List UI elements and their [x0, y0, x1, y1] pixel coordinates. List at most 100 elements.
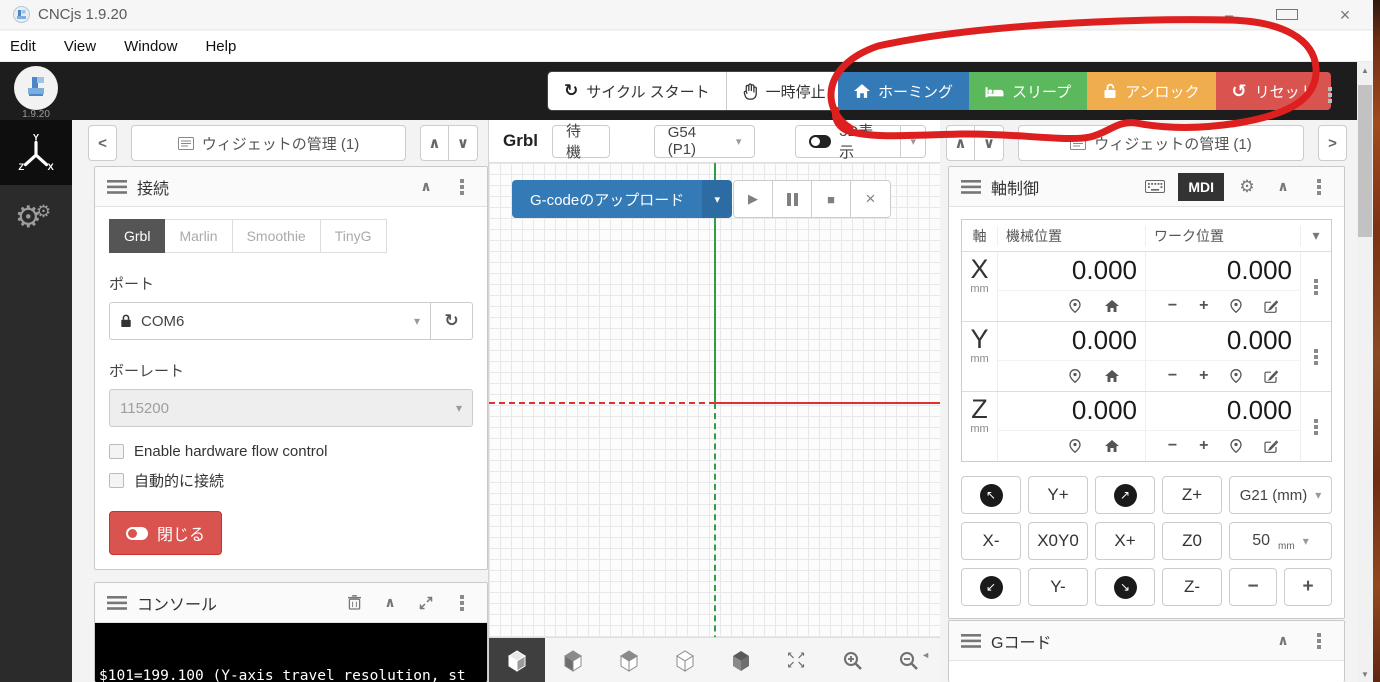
jog-plus-button[interactable]: + — [1199, 437, 1208, 455]
jog-xplus-yplus-button[interactable]: ↗ — [1095, 476, 1155, 514]
jog-xplus-button[interactable]: X+ — [1095, 522, 1155, 560]
jog-minus-button[interactable]: − — [1168, 367, 1177, 385]
autoconnect-checkbox[interactable] — [109, 473, 124, 488]
homing-button[interactable]: ホーミング — [838, 72, 970, 110]
jog-minus-button[interactable]: − — [1168, 297, 1177, 315]
zoom-out-button[interactable] — [881, 638, 937, 682]
reset-button[interactable]: ↺ リセット — [1215, 72, 1331, 110]
units-dropdown[interactable]: G21 (mm) ▾ — [1229, 476, 1332, 514]
view-front-button[interactable] — [545, 638, 601, 682]
goto-work-zero-button[interactable] — [1230, 299, 1242, 313]
view-top-button[interactable] — [657, 638, 713, 682]
axis-row-menu[interactable] — [1301, 252, 1331, 321]
drag-handle-icon[interactable] — [107, 179, 127, 194]
jog-yplus-button[interactable]: Y+ — [1028, 476, 1088, 514]
sidebar-item-workspace[interactable]: Y Z X — [0, 120, 72, 185]
goto-work-zero-button[interactable] — [1230, 439, 1242, 453]
jog-x0y0-button[interactable]: X0Y0 — [1028, 522, 1088, 560]
zoom-fit-button[interactable]: ↖↗ ↙↘ — [769, 638, 825, 682]
view-isometric-button[interactable] — [489, 638, 545, 682]
move-panel-down-button[interactable]: ∨ — [449, 125, 478, 161]
jog-xminus-yplus-button[interactable]: ↖ — [961, 476, 1021, 514]
dro-header-menu[interactable]: ▾ — [1301, 227, 1331, 244]
home-axis-button[interactable] — [1105, 300, 1119, 312]
wcs-dropdown[interactable]: G54 (P1) ▾ — [653, 124, 756, 158]
run-button[interactable]: ▶ — [734, 181, 773, 217]
refresh-ports-button[interactable]: ↻ — [431, 302, 473, 340]
jog-minus-button[interactable]: − — [1168, 437, 1177, 455]
step-dropdown[interactable]: 50 mm ▾ — [1229, 522, 1332, 560]
connection-menu-button[interactable] — [449, 184, 475, 189]
zoom-in-button[interactable] — [825, 638, 881, 682]
menu-help[interactable]: Help — [205, 38, 236, 55]
collapse-right-panel-handle[interactable]: ◄ — [921, 650, 930, 660]
jog-z0-button[interactable]: Z0 — [1162, 522, 1222, 560]
edit-work-position-button[interactable] — [1264, 439, 1279, 453]
drag-handle-icon[interactable] — [961, 179, 981, 194]
unlock-button[interactable]: アンロック — [1087, 72, 1216, 110]
edit-work-position-button[interactable] — [1264, 369, 1279, 383]
edit-work-position-button[interactable] — [1264, 299, 1279, 313]
manage-widgets-button-left[interactable]: ウィジェットの管理 (1) — [131, 125, 406, 161]
collapse-left-panel-button[interactable]: < — [88, 125, 117, 161]
jog-xminus-button[interactable]: X- — [961, 522, 1021, 560]
minimize-button[interactable]: – — [1218, 7, 1240, 24]
axis-row-menu[interactable] — [1301, 322, 1331, 391]
tab-marlin[interactable]: Marlin — [165, 219, 233, 253]
console-menu-button[interactable] — [449, 600, 475, 605]
drag-handle-icon[interactable] — [107, 595, 127, 610]
tab-grbl[interactable]: Grbl — [109, 219, 166, 253]
view-3d-cube-button[interactable] — [713, 638, 769, 682]
keyboard-shortcuts-button[interactable] — [1142, 180, 1168, 193]
menu-edit[interactable]: Edit — [10, 38, 36, 55]
collapse-connection-button[interactable]: ∧ — [413, 178, 439, 195]
jog-yminus-button[interactable]: Y- — [1028, 568, 1088, 606]
console-output[interactable]: $101=199.100 (Y-axis travel resolution, … — [95, 623, 487, 682]
move-panel-up-button[interactable]: ∧ — [946, 125, 975, 161]
move-panel-down-button[interactable]: ∨ — [975, 125, 1004, 161]
jog-xplus-yminus-button[interactable]: ↘ — [1095, 568, 1155, 606]
port-select[interactable]: COM6 ▾ — [109, 302, 431, 340]
goto-machine-zero-button[interactable] — [1069, 369, 1081, 383]
maximize-button[interactable] — [1276, 7, 1298, 24]
close-button[interactable]: × — [1334, 5, 1356, 26]
page-scrollbar[interactable]: ▲ ▼ — [1357, 62, 1373, 682]
collapse-console-button[interactable]: ∧ — [377, 594, 403, 611]
clear-console-button[interactable] — [341, 595, 367, 610]
home-axis-button[interactable] — [1105, 370, 1119, 382]
flow-control-checkbox[interactable] — [109, 444, 124, 459]
move-panel-up-button[interactable]: ∧ — [420, 125, 449, 161]
view-3d-toggle[interactable]: 3D表示 — [795, 123, 902, 161]
step-increase-button[interactable]: + — [1284, 568, 1332, 606]
mdi-button[interactable]: MDI — [1178, 172, 1224, 201]
step-decrease-button[interactable]: − — [1229, 568, 1277, 606]
view-side-button[interactable] — [601, 638, 657, 682]
feedhold-button[interactable]: 一時停止 — [726, 72, 842, 110]
machine-state-badge[interactable]: 待機 — [551, 123, 610, 161]
scroll-up-arrow[interactable]: ▲ — [1357, 62, 1373, 78]
axes-menu-button[interactable] — [1306, 184, 1332, 189]
jog-zplus-button[interactable]: Z+ — [1162, 476, 1222, 514]
jog-plus-button[interactable]: + — [1199, 297, 1208, 315]
drag-handle-icon[interactable] — [961, 633, 981, 648]
menu-view[interactable]: View — [64, 38, 96, 55]
scrollbar-thumb[interactable] — [1358, 85, 1372, 237]
goto-machine-zero-button[interactable] — [1069, 439, 1081, 453]
axis-row-menu[interactable] — [1301, 392, 1331, 461]
visualizer-canvas[interactable]: G-codeのアップロード ▾ ▶ ■ × — [489, 163, 940, 682]
collapse-axes-button[interactable]: ∧ — [1270, 178, 1296, 195]
upload-gcode-button[interactable]: G-codeのアップロード — [512, 180, 703, 218]
sleep-button[interactable]: スリープ — [969, 72, 1088, 110]
upload-gcode-menu-button[interactable]: ▾ — [702, 180, 733, 218]
close-connection-button[interactable]: 閉じる — [109, 511, 223, 555]
sidebar-item-settings[interactable]: ⚙⚙ — [0, 185, 72, 250]
cncjs-logo[interactable] — [14, 66, 58, 110]
stop-button[interactable]: ■ — [812, 181, 851, 217]
scroll-down-arrow[interactable]: ▼ — [1357, 666, 1373, 682]
home-axis-button[interactable] — [1105, 440, 1119, 452]
manage-widgets-button-right[interactable]: ウィジェットの管理 (1) — [1018, 125, 1304, 161]
goto-machine-zero-button[interactable] — [1069, 299, 1081, 313]
jog-plus-button[interactable]: + — [1199, 367, 1208, 385]
axes-settings-button[interactable]: ⚙ — [1234, 177, 1260, 197]
expand-console-button[interactable] — [413, 596, 439, 610]
